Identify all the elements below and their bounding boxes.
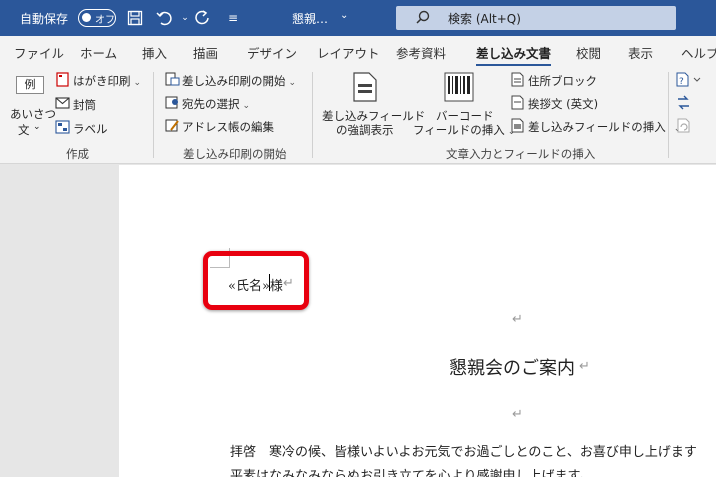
paragraph-mark: ↵: [512, 312, 523, 327]
search-icon: [416, 10, 430, 27]
search-box[interactable]: 検索 (Alt+Q): [396, 6, 676, 30]
edit-list-icon: [165, 118, 180, 136]
document-heading[interactable]: 懇親会のご案内: [449, 354, 575, 380]
select-recipients-label: 宛先の選択: [182, 97, 240, 111]
greeting-dropdown-icon[interactable]: ⌄: [33, 122, 41, 132]
rules-icon[interactable]: ?: [676, 72, 702, 90]
postcard-dropdown-icon[interactable]: ⌄: [134, 78, 142, 88]
barcode-button-line2: フィールドの挿入: [413, 123, 505, 137]
document-margin-area: [0, 165, 118, 477]
document-title[interactable]: 懇親…: [292, 10, 328, 27]
label-button[interactable]: ラベル: [73, 121, 108, 137]
body-text-line[interactable]: 拝啓 寒冷の候、皆様いよいよお元気でお過ごしとのこと、お喜び申し上げます: [230, 441, 697, 460]
barcode-field-button[interactable]: フィールドの挿入⌄: [413, 122, 515, 138]
tab-insert[interactable]: 挿入: [142, 43, 167, 62]
tab-draw[interactable]: 描画: [193, 43, 218, 62]
postcard-print-label: はがき印刷: [73, 74, 131, 88]
save-icon[interactable]: [124, 7, 146, 29]
paragraph-mark: ↵: [579, 359, 590, 374]
insert-merge-field-label: 差し込みフィールドの挿入: [528, 120, 666, 134]
tab-design[interactable]: デザイン: [247, 43, 297, 62]
update-labels-icon[interactable]: [676, 118, 691, 136]
insert-merge-field-button[interactable]: 差し込みフィールドの挿入⌄: [528, 119, 681, 135]
greeting-line-icon: [511, 95, 524, 113]
group-separator: [312, 72, 313, 158]
highlight-fields-button-line2[interactable]: の強調表示: [336, 122, 394, 138]
start-merge-label: 差し込み印刷の開始: [182, 74, 286, 88]
document-page[interactable]: [119, 165, 716, 477]
tab-references[interactable]: 参考資料: [396, 43, 446, 62]
greeting-line-button[interactable]: 挨拶文 (英文): [528, 96, 598, 112]
title-dropdown-icon[interactable]: ⌄: [340, 10, 348, 21]
ribbon-tabs: ファイル ホーム 挿入 描画 デザイン レイアウト 参考資料 差し込み文書 校閲…: [0, 36, 716, 67]
body-text-line[interactable]: 平素はなみなみならぬお引き立てを心より感謝申し上げます。: [230, 465, 592, 477]
tab-file[interactable]: ファイル: [14, 43, 64, 62]
tab-home[interactable]: ホーム: [80, 43, 117, 62]
paragraph-mark: ↵: [512, 407, 523, 422]
address-block-icon: [511, 72, 524, 90]
group-label-start: 差し込み印刷の開始: [183, 147, 287, 161]
label-icon: [55, 120, 70, 137]
autosave-state: オフ: [95, 15, 115, 26]
group-label-create: 作成: [66, 147, 89, 161]
postcard-icon: [56, 72, 69, 90]
undo-icon[interactable]: [154, 7, 176, 29]
tab-layout[interactable]: レイアウト: [317, 43, 380, 62]
group-separator: [153, 72, 154, 158]
tab-help[interactable]: ヘルプ: [681, 43, 716, 62]
start-merge-icon: [165, 72, 180, 90]
highlight-fields-icon: [352, 72, 378, 105]
greeting-example-icon: 例: [16, 76, 44, 94]
group-label-insert: 文章入力とフィールドの挿入: [446, 147, 596, 161]
start-merge-button[interactable]: 差し込み印刷の開始 ⌄: [182, 73, 296, 89]
select-recipients-button[interactable]: 宛先の選択 ⌄: [182, 96, 250, 112]
search-text: 検索 (Alt+Q): [448, 12, 521, 26]
title-bar: 自動保存 オフ ⌄ ≡ 懇親… ⌄ 検索 (Alt+Q): [0, 0, 716, 36]
greeting-button-line2[interactable]: 文: [18, 122, 30, 138]
start-merge-dropdown-icon[interactable]: ⌄: [289, 78, 297, 88]
autosave-toggle[interactable]: オフ: [78, 9, 116, 27]
edit-list-button[interactable]: アドレス帳の編集: [182, 119, 274, 135]
tab-view[interactable]: 表示: [628, 43, 653, 62]
redo-icon[interactable]: [192, 7, 214, 29]
recipients-dropdown-icon[interactable]: ⌄: [243, 101, 251, 111]
tab-mailings[interactable]: 差し込み文書: [476, 43, 552, 67]
ribbon: 例 あいさつ 文 ⌄ はがき印刷 ⌄ 封筒 ラベル 作成 差し込み印刷の開始 ⌄ 宛…: [0, 66, 716, 164]
tab-review[interactable]: 校閲: [576, 43, 601, 62]
red-highlight-box: [203, 251, 309, 310]
insert-field-icon: [511, 118, 524, 136]
postcard-print-button[interactable]: はがき印刷 ⌄: [73, 73, 141, 89]
autosave-label: 自動保存: [20, 12, 69, 26]
match-fields-icon[interactable]: [676, 95, 691, 113]
customize-qat-icon[interactable]: ≡: [222, 7, 244, 29]
envelope-button[interactable]: 封筒: [73, 97, 96, 113]
recipients-icon: [165, 95, 180, 113]
barcode-icon: [444, 72, 474, 105]
address-block-button[interactable]: 住所ブロック: [528, 73, 597, 89]
greeting-button-line1[interactable]: あいさつ: [10, 106, 56, 122]
svg-text:?: ?: [679, 77, 684, 87]
toggle-knob: [82, 13, 91, 22]
envelope-icon: [55, 97, 70, 112]
group-separator: [668, 72, 669, 158]
